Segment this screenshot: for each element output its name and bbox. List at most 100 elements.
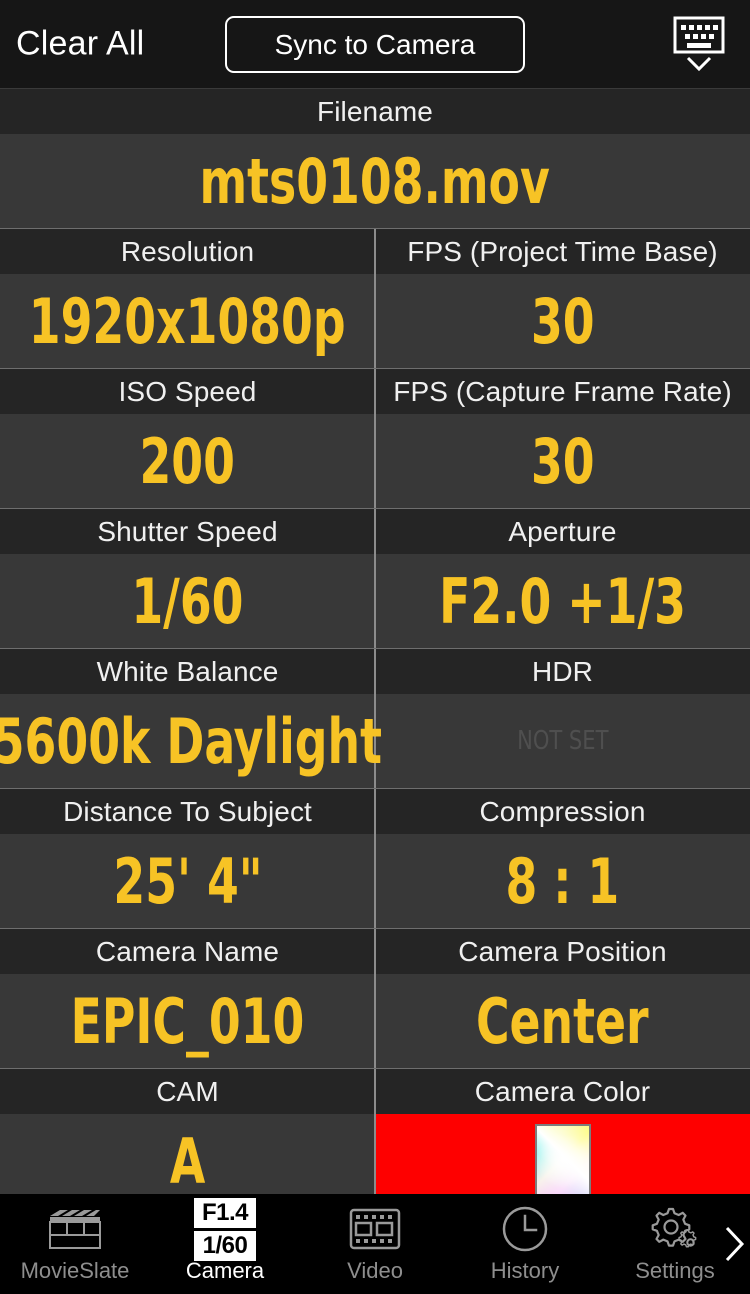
row-value-camera-name: EPIC_010 Center	[0, 974, 750, 1068]
value-cell-camera-name[interactable]: EPIC_010	[0, 974, 375, 1068]
value-aperture: F2.0 +1/3	[439, 564, 686, 638]
metadata-grid: Filename mts0108.mov Resolution FPS (Pro…	[0, 88, 750, 1194]
label-cell-hdr: HDR	[375, 649, 750, 694]
tab-label-history: History	[490, 1258, 560, 1283]
clock-icon	[501, 1204, 549, 1254]
tab-label-camera: Camera	[185, 1258, 265, 1283]
row-value-cam: A	[0, 1114, 750, 1194]
label-cell-compression: Compression	[375, 789, 750, 834]
label-cell-fps-project: FPS (Project Time Base)	[375, 229, 750, 274]
row-label-distance: Distance To Subject Compression	[0, 788, 750, 834]
tab-video[interactable]: Video	[300, 1194, 450, 1294]
label-fps-capture: FPS (Capture Frame Rate)	[393, 375, 732, 407]
row-label-shutter: Shutter Speed Aperture	[0, 508, 750, 554]
label-cell-iso: ISO Speed	[0, 369, 375, 414]
value-cell-resolution[interactable]: 1920x1080p	[0, 274, 375, 368]
value-cell-compression[interactable]: 8 : 1	[375, 834, 750, 928]
value-cell-cam[interactable]: A	[0, 1114, 375, 1195]
sync-to-camera-button[interactable]: Sync to Camera	[225, 16, 525, 73]
label-camera-position: Camera Position	[458, 935, 667, 967]
row-label-cam: CAM Camera Color	[0, 1068, 750, 1114]
row-value-shutter: 1/60 F2.0 +1/3	[0, 554, 750, 648]
clapperboard-icon	[48, 1204, 102, 1254]
color-picker-swatch-icon[interactable]	[534, 1124, 591, 1194]
gears-icon	[649, 1204, 701, 1254]
label-cell-distance: Distance To Subject	[0, 789, 375, 834]
value-cell-distance[interactable]: 25' 4"	[0, 834, 375, 928]
label-camera-color: Camera Color	[474, 1075, 651, 1107]
tab-movieslate[interactable]: MovieSlate	[0, 1194, 150, 1294]
label-shutter-speed: Shutter Speed	[97, 515, 278, 547]
label-cell-shutter: Shutter Speed	[0, 509, 375, 554]
value-cell-shutter[interactable]: 1/60	[0, 554, 375, 648]
row-label-resolution: Resolution FPS (Project Time Base)	[0, 228, 750, 274]
label-cell-white-balance: White Balance	[0, 649, 375, 694]
value-cam: A	[169, 1124, 206, 1195]
top-toolbar: Clear All Sync to Camera	[0, 0, 750, 88]
row-value-iso: 200 30	[0, 414, 750, 508]
label-distance-to-subject: Distance To Subject	[63, 795, 312, 827]
label-cam: CAM	[156, 1075, 219, 1107]
value-cell-camera-position[interactable]: Center	[375, 974, 750, 1068]
label-cell-fps-capture: FPS (Capture Frame Rate)	[375, 369, 750, 414]
label-cell-cam: CAM	[0, 1069, 375, 1114]
film-strip-icon	[349, 1204, 401, 1254]
filename-label-cell: Filename	[0, 89, 750, 134]
tab-label-settings: Settings	[635, 1258, 715, 1283]
label-cell-aperture: Aperture	[375, 509, 750, 554]
label-camera-name: Camera Name	[95, 935, 280, 967]
camera-badge-aperture: F1.4	[193, 1197, 257, 1228]
label-compression: Compression	[479, 795, 646, 827]
value-fps-project: 30	[530, 284, 595, 358]
tab-label-movieslate: MovieSlate	[20, 1258, 130, 1283]
clear-all-button[interactable]: Clear All	[16, 25, 144, 64]
row-label-iso: ISO Speed FPS (Capture Frame Rate)	[0, 368, 750, 414]
label-cell-camera-name: Camera Name	[0, 929, 375, 974]
label-resolution: Resolution	[120, 235, 255, 267]
tab-label-video: Video	[347, 1258, 403, 1283]
value-cell-white-balance[interactable]: 5600k Daylight	[0, 694, 382, 788]
camera-badge-shutter: 1/60	[193, 1230, 257, 1261]
value-cell-iso[interactable]: 200	[0, 414, 375, 508]
camera-settings-icon: F1.4 1/60	[193, 1197, 257, 1261]
value-camera-name: EPIC_010	[70, 984, 305, 1058]
value-cell-fps-project[interactable]: 30	[375, 274, 750, 368]
row-label-white-balance: White Balance HDR	[0, 648, 750, 694]
filename-value-row[interactable]: mts0108.mov	[0, 134, 750, 228]
row-value-resolution: 1920x1080p 30	[0, 274, 750, 368]
filename-value-cell[interactable]: mts0108.mov	[0, 134, 750, 228]
label-white-balance: White Balance	[96, 655, 279, 687]
filename-label: Filename	[317, 95, 433, 127]
value-shutter-speed: 1/60	[131, 564, 244, 638]
row-label-camera-name: Camera Name Camera Position	[0, 928, 750, 974]
tab-camera[interactable]: F1.4 1/60 Camera	[150, 1194, 300, 1294]
row-value-white-balance: 5600k Daylight NOT SET	[0, 694, 750, 788]
tab-history[interactable]: History	[450, 1194, 600, 1294]
column-divider	[374, 1114, 376, 1194]
keyboard-dismiss-icon[interactable]	[672, 15, 726, 73]
value-cell-aperture[interactable]: F2.0 +1/3	[375, 554, 750, 648]
label-cell-camera-position: Camera Position	[375, 929, 750, 974]
value-camera-position: Center	[476, 984, 649, 1058]
label-aperture: Aperture	[508, 515, 617, 547]
label-cell-camera-color: Camera Color	[375, 1069, 750, 1114]
value-fps-capture: 30	[530, 424, 595, 498]
value-cell-hdr[interactable]: NOT SET	[375, 694, 750, 788]
chevron-right-icon[interactable]	[722, 1222, 748, 1266]
value-iso-speed: 200	[139, 424, 236, 498]
label-fps-project: FPS (Project Time Base)	[407, 235, 718, 267]
value-hdr: NOT SET	[516, 726, 609, 756]
value-cell-camera-color[interactable]	[375, 1114, 750, 1194]
value-compression: 8 : 1	[505, 844, 620, 918]
camera-metadata-screen: Clear All Sync to Camera Filename mts010…	[0, 0, 750, 1294]
filename-label-row: Filename	[0, 88, 750, 134]
value-distance-to-subject: 25' 4"	[112, 844, 263, 918]
filename-value: mts0108.mov	[199, 144, 551, 218]
value-cell-fps-capture[interactable]: 30	[375, 414, 750, 508]
label-hdr: HDR	[532, 655, 593, 687]
value-resolution: 1920x1080p	[29, 284, 346, 358]
bottom-tab-bar: MovieSlate F1.4 1/60 Camera Video Histor…	[0, 1194, 750, 1294]
label-cell-resolution: Resolution	[0, 229, 375, 274]
value-white-balance: 5600k Daylight	[0, 704, 383, 778]
label-iso-speed: ISO Speed	[118, 375, 257, 407]
